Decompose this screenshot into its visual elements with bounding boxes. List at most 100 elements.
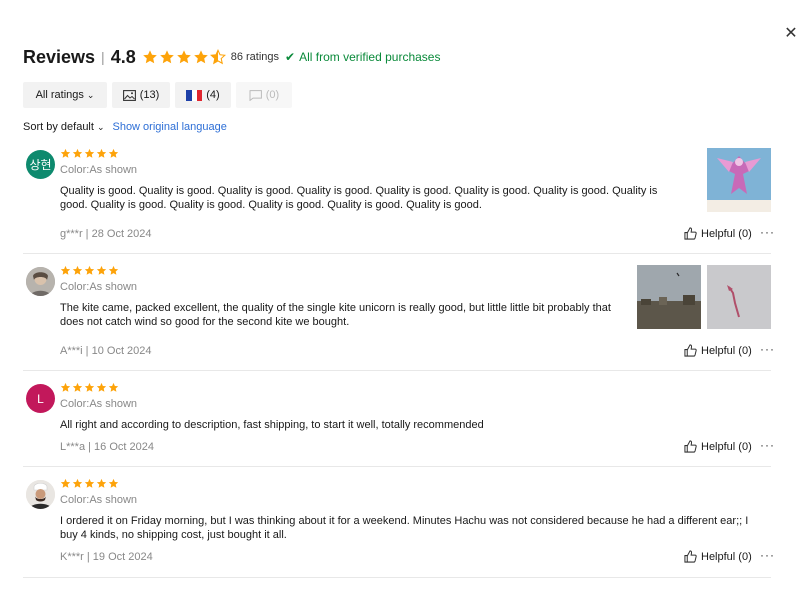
- more-options-icon[interactable]: ···: [760, 342, 775, 356]
- star-icon: [84, 148, 95, 158]
- star-icon: [159, 50, 174, 64]
- average-stars: [142, 49, 226, 65]
- sort-label: Sort by default: [23, 121, 94, 133]
- review-variant: Color:As shown: [60, 398, 138, 410]
- helpful-button[interactable]: Helpful (0): [684, 227, 752, 240]
- star-icon: [193, 50, 208, 64]
- avatar: [26, 267, 55, 296]
- review-variant: Color:As shown: [60, 494, 138, 506]
- avatar-photo: [26, 480, 55, 509]
- reviews-header: Reviews | 4.8 86 ratings ✔ All from veri…: [23, 44, 440, 70]
- review-stars: [60, 478, 119, 489]
- helpful-button[interactable]: Helpful (0): [684, 440, 752, 453]
- helpful-label: Helpful (0): [701, 550, 752, 563]
- more-options-icon[interactable]: ···: [760, 438, 775, 452]
- star-icon: [84, 382, 95, 392]
- helpful-button[interactable]: Helpful (0): [684, 344, 752, 357]
- star-icon: [142, 50, 157, 64]
- avatar-initials: 상현: [29, 158, 52, 172]
- review-stars: [60, 265, 119, 276]
- thumbs-up-icon: [684, 344, 697, 357]
- check-icon: ✔: [285, 50, 296, 64]
- rating-count: 86 ratings: [230, 51, 280, 63]
- helpful-button[interactable]: Helpful (0): [684, 550, 752, 563]
- filter-country-count: (4): [206, 89, 220, 101]
- sort-dropdown[interactable]: Sort by default ⌄: [23, 121, 104, 133]
- star-half-icon: [209, 49, 226, 65]
- helpful-label: Helpful (0): [701, 227, 752, 240]
- filter-photos[interactable]: (13): [112, 82, 170, 108]
- thumbs-up-icon: [684, 550, 697, 563]
- thumbs-up-icon: [684, 227, 697, 240]
- sort-bar: Sort by default ⌄ Show original language: [23, 121, 227, 133]
- chevron-down-icon: ⌄: [86, 89, 95, 100]
- star-icon: [96, 148, 107, 158]
- verified-label: All from verified purchases: [299, 50, 441, 64]
- filter-all-ratings[interactable]: All ratings ⌄: [23, 82, 107, 108]
- star-icon: [60, 478, 71, 488]
- avatar: L: [26, 384, 55, 413]
- filter-comments-count: (0): [265, 89, 280, 101]
- filter-all-label: All ratings: [35, 89, 84, 101]
- star-icon: [108, 148, 119, 158]
- review-variant: Color:As shown: [60, 281, 138, 293]
- star-icon: [108, 382, 119, 392]
- show-original-language-link[interactable]: Show original language: [112, 121, 226, 133]
- star-icon: [96, 265, 107, 275]
- star-icon: [72, 382, 83, 392]
- review-text: The kite came, packed excellent, the qua…: [60, 302, 611, 328]
- average-score: 4.8: [110, 46, 136, 67]
- more-options-icon[interactable]: ···: [760, 548, 775, 562]
- star-icon: [84, 265, 95, 275]
- helpful-label: Helpful (0): [701, 344, 752, 357]
- star-icon: [84, 478, 95, 488]
- helpful-label: Helpful (0): [701, 440, 752, 453]
- star-icon: [108, 265, 119, 275]
- review-meta: L***a | 16 Oct 2024: [60, 441, 154, 453]
- comment-icon: [249, 89, 262, 101]
- review-item: L Color:As shown All right and according…: [23, 382, 774, 467]
- review-text: I ordered it on Friday morning, but I wa…: [60, 515, 749, 541]
- star-icon: [60, 265, 71, 275]
- avatar-photo: [26, 267, 55, 296]
- filter-comments[interactable]: (0): [236, 82, 292, 108]
- star-icon: [96, 382, 107, 392]
- review-text: All right and according to description, …: [60, 419, 484, 431]
- filter-country[interactable]: (4): [175, 82, 231, 108]
- review-item: 상현 Color:As shown Quality is good. Quali…: [23, 148, 774, 254]
- review-stars: [60, 148, 119, 159]
- close-icon[interactable]: ✕: [782, 25, 800, 43]
- filter-photos-count: (13): [139, 89, 160, 101]
- star-icon: [72, 265, 83, 275]
- review-photo[interactable]: [707, 148, 771, 212]
- verified-badge: ✔ All from verified purchases: [285, 50, 440, 64]
- review-photo[interactable]: [707, 265, 771, 329]
- review-meta: g***r | 28 Oct 2024: [60, 228, 152, 240]
- avatar-initials: L: [37, 391, 44, 406]
- more-options-icon[interactable]: ···: [760, 225, 775, 239]
- star-icon: [72, 478, 83, 488]
- review-photo[interactable]: [637, 265, 701, 329]
- star-icon: [176, 50, 191, 64]
- review-item: Color:As shown The kite came, packed exc…: [23, 265, 774, 371]
- avatar: 상현: [26, 150, 55, 179]
- review-variant: Color:As shown: [60, 164, 138, 176]
- review-stars: [60, 382, 119, 393]
- chevron-down-icon: ⌄: [96, 121, 105, 132]
- avatar: [26, 480, 55, 509]
- image-icon: [122, 89, 136, 101]
- france-flag-icon: [186, 89, 203, 101]
- filter-bar: All ratings ⌄ (13) (4) (0): [23, 82, 292, 108]
- star-icon: [60, 148, 71, 158]
- star-icon: [60, 382, 71, 392]
- page-title: Reviews: [23, 46, 96, 67]
- thumbs-up-icon: [684, 440, 697, 453]
- review-text: Quality is good. Quality is good. Qualit…: [60, 185, 658, 211]
- review-meta: K***r | 19 Oct 2024: [60, 551, 153, 563]
- header-separator: |: [101, 49, 105, 65]
- star-icon: [96, 478, 107, 488]
- star-icon: [72, 148, 83, 158]
- review-item: Color:As shown I ordered it on Friday mo…: [23, 478, 774, 578]
- review-meta: A***i | 10 Oct 2024: [60, 345, 152, 357]
- star-icon: [108, 478, 119, 488]
